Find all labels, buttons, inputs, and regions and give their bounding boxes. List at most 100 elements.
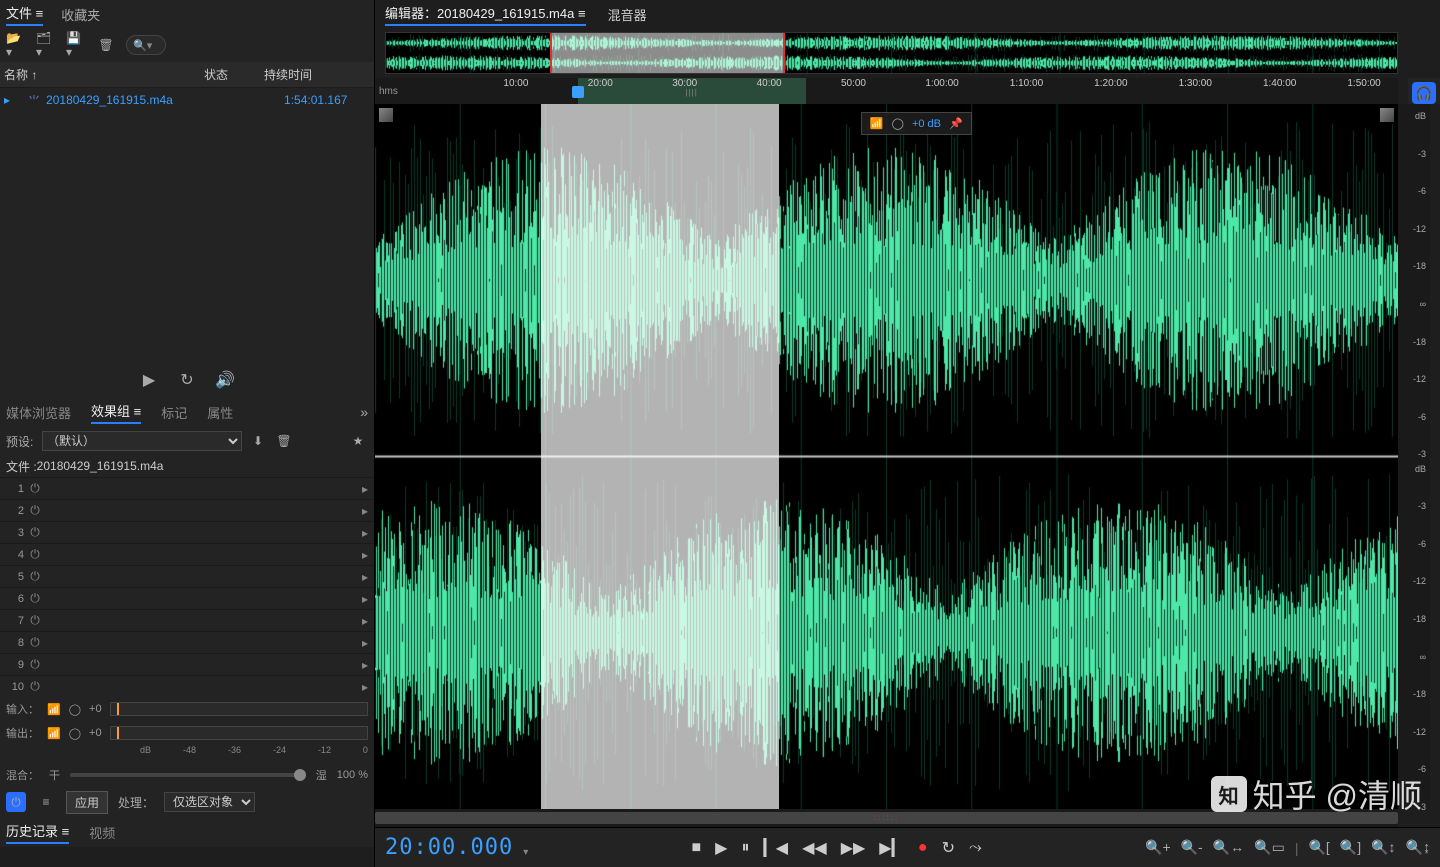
power-icon[interactable]: ⏻ [24,481,46,496]
col-status[interactable]: 状态 [204,66,264,83]
process-scope-select[interactable]: 仅选区对象 [164,792,255,812]
chevron-right-icon[interactable]: ▸ [362,658,368,672]
record-button[interactable]: ● [918,839,928,857]
menu-file[interactable]: 文件 ≡ [6,3,43,26]
zoom-in-icon[interactable]: 🔍+ [1145,839,1171,856]
more-icon[interactable]: » [360,404,368,420]
mix-slider[interactable] [70,773,306,777]
chevron-right-icon[interactable]: ▸ [362,680,368,694]
input-knob-icon[interactable]: ◯ [69,703,81,716]
trash-icon[interactable]: 🗑 [96,35,116,55]
rewind-button[interactable]: ◀◀ [802,838,827,858]
tab-video[interactable]: 视频 [89,823,115,842]
list-icon[interactable]: ≡ [36,792,56,812]
hud-knob-icon[interactable]: ◯ [892,117,904,130]
file-row[interactable]: ▸ ⺌ 20180429_161915.m4a 1:54:01.167 [0,88,374,112]
power-icon[interactable]: ⏻ [24,679,46,694]
timecode[interactable]: 20:00.000 [385,835,513,860]
loop-icon[interactable]: ↻ [177,370,197,390]
favorite-icon[interactable]: ★ [348,431,368,451]
playhead[interactable] [572,86,584,98]
chevron-right-icon[interactable]: ▸ [362,504,368,518]
play-button[interactable]: ▶ [715,838,727,858]
h-scrollbar[interactable]: :::::: [375,809,1398,827]
zoom-v-out-icon[interactable]: 🔍↨ [1406,839,1430,856]
go-start-button[interactable]: ▎◀ [763,838,788,858]
save-preset-icon[interactable]: ⬇ [248,431,268,451]
gain-hud[interactable]: 📶 ◯ +0 dB 📌 [861,112,972,135]
tab-markers[interactable]: 标记 [161,403,187,422]
fx-slot-8[interactable]: 8⏻▸ [0,631,374,653]
go-end-button[interactable]: ▶▎ [879,838,904,858]
skip-silence-button[interactable]: ⤳ [969,839,982,857]
zoom-sel-in-icon[interactable]: 🔍[ [1308,839,1329,856]
tab-editor[interactable]: 编辑器：20180429_161915.m4a ≡ [385,3,586,26]
fx-slot-4[interactable]: 4⏻▸ [0,543,374,565]
col-duration[interactable]: 持续时间 [264,66,354,83]
power-icon[interactable]: ⏻ [24,635,46,650]
power-icon[interactable]: ⏻ [24,503,46,518]
waveform-overview[interactable] [385,32,1398,74]
input-slider[interactable] [110,702,368,716]
timecode-format-icon[interactable]: ▾ [523,847,528,858]
zoom-out-icon[interactable]: 🔍- [1181,839,1203,856]
expand-icon[interactable]: ▸ [4,93,10,107]
tab-mixer[interactable]: 混音器 [608,5,647,24]
import-icon[interactable]: 🗂▾ [36,35,56,55]
pin-icon[interactable]: 📌 [949,117,963,130]
zoom-v-in-icon[interactable]: 🔍↕ [1371,839,1395,856]
corner-handle-tl[interactable] [379,108,393,122]
scroll-grip-icon[interactable]: :::::: [874,813,899,822]
chevron-right-icon[interactable]: ▸ [362,548,368,562]
play-icon[interactable]: ▶ [139,370,159,390]
chevron-right-icon[interactable]: ▸ [362,526,368,540]
search-input[interactable]: 🔍▾ [126,35,166,55]
fx-slot-1[interactable]: 1⏻▸ [0,477,374,499]
autoplay-icon[interactable]: 🔊 [215,370,235,390]
open-folder-icon[interactable]: 📂▾ [6,35,26,55]
power-icon[interactable]: ⏻ [24,657,46,672]
fx-slot-5[interactable]: 5⏻▸ [0,565,374,587]
tab-effects[interactable]: 效果组 ≡ [91,401,141,424]
output-slider[interactable] [110,726,368,740]
zoom-sel-out-icon[interactable]: 🔍] [1340,839,1361,856]
waveform-editor[interactable]: 📶 ◯ +0 dB 📌 dB-3-6-12-18∞-18-12-6-3dB-3-… [375,104,1430,809]
tab-history[interactable]: 历史记录 ≡ [6,821,69,844]
corner-handle-tr[interactable] [1380,108,1394,122]
tab-media-browser[interactable]: 媒体浏览器 [6,403,71,422]
fx-slot-6[interactable]: 6⏻▸ [0,587,374,609]
zoom-fit-icon[interactable]: 🔍↔ [1213,839,1244,856]
fx-slot-9[interactable]: 9⏻▸ [0,653,374,675]
zoom-sel-icon[interactable]: 🔍▭ [1254,839,1285,856]
power-icon[interactable]: ⏻ [24,525,46,540]
tab-properties[interactable]: 属性 [207,403,233,422]
power-icon[interactable]: ⏻ [6,792,26,812]
output-knob-icon[interactable]: ◯ [69,727,81,740]
chevron-right-icon[interactable]: ▸ [362,592,368,606]
fx-slot-3[interactable]: 3⏻▸ [0,521,374,543]
chevron-right-icon[interactable]: ▸ [362,482,368,496]
pause-button[interactable]: ⏸ [741,839,749,857]
apply-button[interactable]: 应用 [66,791,108,814]
preset-select[interactable]: （默认） [42,431,242,451]
time-ruler[interactable]: hms |||| 10:0020:0030:0040:0050:001:00:0… [375,78,1398,104]
save-icon[interactable]: 💾▾ [66,35,86,55]
loop-button[interactable]: ↻ [942,838,955,858]
col-name[interactable]: 名称 ↑ [4,66,204,83]
power-icon[interactable]: ⏻ [24,547,46,562]
power-icon[interactable]: ⏻ [24,569,46,584]
headphones-icon[interactable]: 🎧 [1412,82,1436,104]
chevron-right-icon[interactable]: ▸ [362,614,368,628]
menu-favorites[interactable]: 收藏夹 [61,5,100,24]
fx-slot-7[interactable]: 7⏻▸ [0,609,374,631]
chevron-right-icon[interactable]: ▸ [362,636,368,650]
fforward-button[interactable]: ▶▶ [841,838,866,858]
fx-slot-10[interactable]: 10⏻▸ [0,675,374,697]
power-icon[interactable]: ⏻ [24,591,46,606]
chevron-right-icon[interactable]: ▸ [362,570,368,584]
delete-preset-icon[interactable]: 🗑 [274,431,294,451]
fx-slot-2[interactable]: 2⏻▸ [0,499,374,521]
mix-dry: 干 [49,767,60,783]
power-icon[interactable]: ⏻ [24,613,46,628]
stop-button[interactable]: ■ [691,839,701,857]
